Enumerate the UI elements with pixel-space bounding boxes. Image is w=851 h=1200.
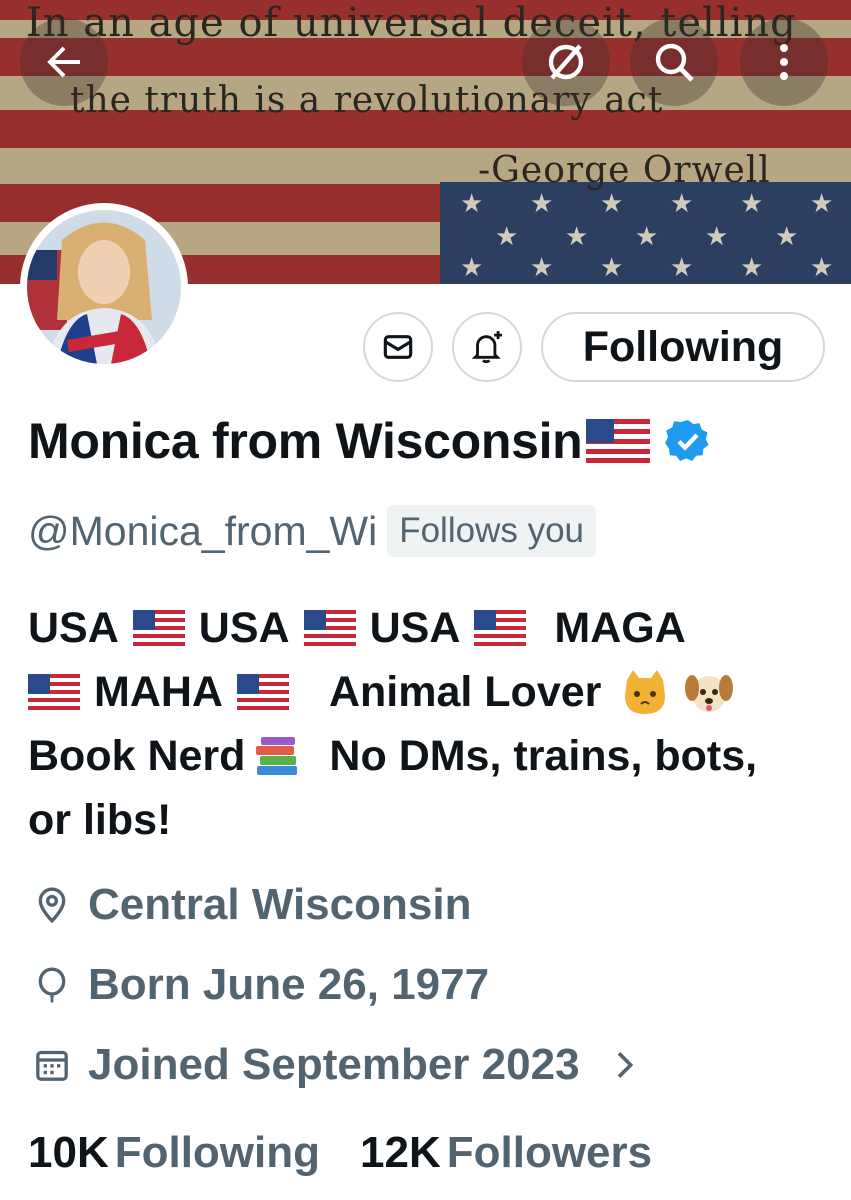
verified-badge-icon[interactable] (664, 417, 712, 465)
following-stat[interactable]: 10K Following (28, 1128, 320, 1178)
bio: USA USA USA MAGA MAHA Animal Lover Book … (28, 596, 828, 852)
grok-icon (548, 44, 584, 80)
bio-text: USA (198, 604, 290, 652)
cat-emoji-icon (625, 670, 666, 714)
more-vertical-icon (780, 44, 788, 80)
bio-line-4: or libs! (28, 788, 828, 852)
bio-line-1: USA USA USA MAGA (28, 596, 828, 660)
bio-text: USA (369, 604, 461, 652)
bio-text: MAHA (94, 668, 223, 716)
following-label: Following (114, 1128, 321, 1177)
back-arrow-icon (47, 46, 80, 78)
notifications-button[interactable] (452, 312, 522, 382)
back-button[interactable] (20, 18, 108, 106)
location-pin-icon (38, 887, 66, 924)
avatar[interactable] (20, 203, 188, 371)
more-options-button[interactable] (740, 18, 828, 106)
bio-text: No DMs, trains, bots, (329, 732, 758, 780)
us-flag-emoji-icon (474, 610, 527, 646)
handle-row: @Monica_from_Wi Follows you (28, 505, 596, 557)
followers-count: 12K (360, 1128, 441, 1177)
followers-stat[interactable]: 12K Followers (360, 1128, 652, 1178)
us-flag-emoji-icon (586, 419, 651, 463)
handle: @Monica_from_Wi (28, 507, 378, 554)
follow-stats: 10K Following 12K Followers (28, 1128, 652, 1178)
us-flag-emoji-icon (303, 610, 356, 646)
birthday-text: Born June 26, 1977 (88, 960, 490, 1009)
bio-text: USA (28, 604, 119, 652)
bio-line-2: MAHA Animal Lover (28, 660, 828, 724)
display-name: Monica from Wisconsin (28, 413, 583, 469)
location-text: Central Wisconsin (88, 880, 472, 929)
calendar-icon (36, 1050, 68, 1081)
bio-text: Book Nerd (28, 732, 246, 780)
avatar-image (27, 210, 181, 364)
bio-text: Animal Lover (328, 668, 602, 716)
birthday-row: Born June 26, 1977 (32, 960, 489, 1010)
us-flag-emoji-icon (28, 674, 80, 710)
search-icon (655, 43, 694, 82)
follows-you-badge: Follows you (387, 505, 596, 557)
message-button[interactable] (363, 312, 433, 382)
balloon-icon (38, 967, 66, 1003)
books-emoji-icon (256, 737, 298, 775)
bio-text: MAGA (554, 604, 686, 652)
us-flag-emoji-icon (236, 674, 289, 710)
location-row: Central Wisconsin (32, 880, 471, 930)
display-name-row: Monica from Wisconsin (28, 412, 712, 470)
us-flag-emoji-icon (132, 610, 185, 646)
joined-text: Joined September 2023 (88, 1040, 580, 1089)
following-button[interactable]: Following (541, 312, 825, 382)
bio-text: or libs! (28, 796, 172, 844)
following-count: 10K (28, 1128, 109, 1177)
envelope-icon (383, 335, 413, 359)
bell-plus-icon (471, 331, 503, 364)
dog-emoji-icon (685, 675, 734, 712)
bio-line-3: Book Nerd No DMs, trains, bots, (28, 724, 828, 788)
chevron-right-icon[interactable] (604, 1045, 644, 1085)
search-button[interactable] (630, 18, 718, 106)
followers-label: Followers (446, 1128, 653, 1177)
grok-button[interactable] (522, 18, 610, 106)
joined-row[interactable]: Joined September 2023 (32, 1040, 660, 1090)
banner-quote-line3: -George Orwell (478, 150, 771, 191)
